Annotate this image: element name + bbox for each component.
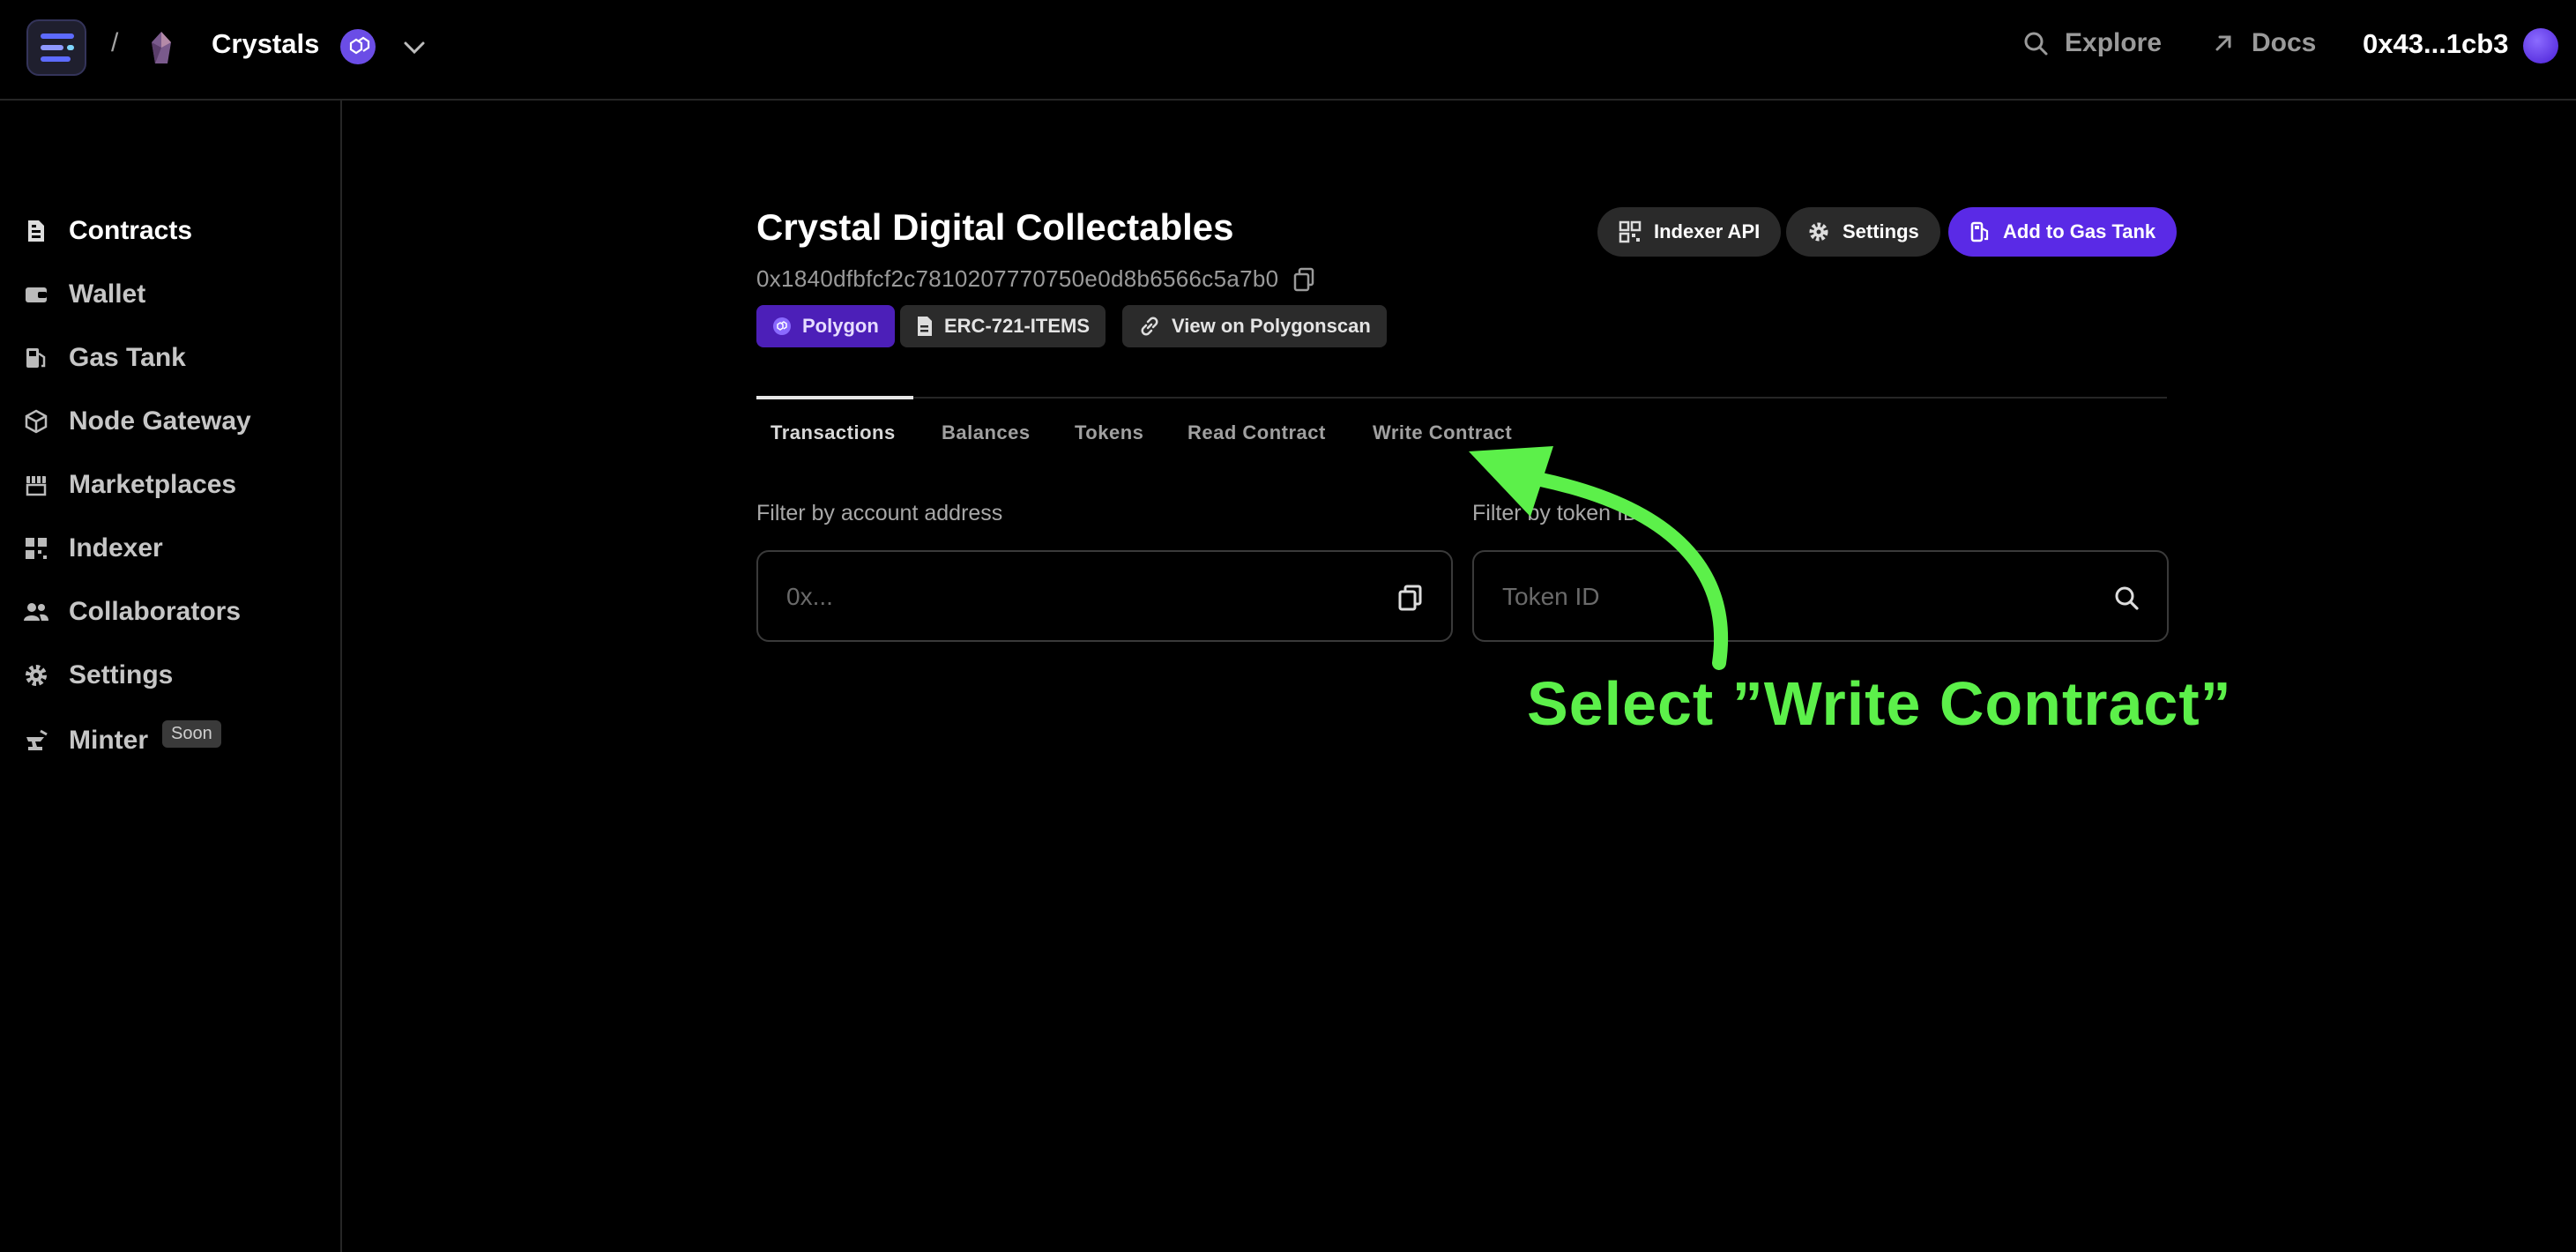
standard-chip-label: ERC-721-ITEMS [944, 315, 1091, 337]
gear-icon [26, 665, 47, 686]
copy-icon[interactable] [1292, 267, 1315, 292]
sidebar-item-label: Node Gateway [69, 406, 251, 436]
polygonscan-link-label: View on Polygonscan [1172, 315, 1371, 337]
sidebar-item-label: Gas Tank [69, 343, 186, 372]
polygon-chain-icon [340, 29, 376, 64]
add-to-gas-tank-label: Add to Gas Tank [2003, 220, 2156, 242]
polygon-icon [773, 317, 791, 335]
wallet-icon [26, 287, 47, 302]
account-filter-label: Filter by account address [756, 501, 1003, 525]
tab-read-contract[interactable]: Read Contract [1187, 421, 1326, 444]
annotation-arrow [1469, 446, 1729, 670]
tab-transactions[interactable]: Transactions [771, 421, 896, 444]
annotation-text: Select ”Write Contract” [1527, 669, 2232, 738]
paste-icon[interactable] [1396, 584, 1425, 612]
standard-chip: ERC-721-ITEMS [900, 305, 1106, 347]
link-icon [1141, 317, 1158, 336]
sidebar-item-label: Indexer [69, 533, 163, 563]
grid-icon [26, 538, 47, 559]
search-icon[interactable] [2112, 584, 2140, 612]
gas-pump-icon [1970, 221, 1989, 242]
external-arrow-icon [2215, 35, 2231, 51]
sidebar-item-collaborators[interactable]: Collaborators [23, 589, 241, 635]
contract-icon [918, 317, 932, 336]
sidebar-item-node-gateway[interactable]: Node Gateway [23, 399, 251, 444]
contract-settings-button[interactable]: Settings [1786, 207, 1940, 257]
contract-icon [28, 220, 44, 242]
sidebar-item-contracts[interactable]: Contracts [23, 208, 192, 254]
qr-grid-icon [1619, 220, 1642, 243]
top-bar [0, 0, 2576, 101]
contract-address-text: 0x1840dfbfcf2c7810207770750e0d8b6566c5a7… [756, 265, 1279, 292]
wallet-address[interactable]: 0x43...1cb3 [2363, 28, 2508, 60]
sidebar-item-marketplaces[interactable]: Marketplaces [23, 462, 236, 508]
sidebar-item-settings[interactable]: Settings [23, 652, 173, 698]
sidebar-item-label: Marketplaces [69, 470, 237, 499]
gear-icon [1809, 222, 1828, 242]
docs-label: Docs [2252, 28, 2317, 57]
sidebar-item-wallet[interactable]: Wallet [23, 272, 145, 317]
breadcrumb-separator: / [111, 28, 119, 57]
network-chip-label: Polygon [802, 315, 879, 337]
polygonscan-link[interactable]: View on Polygonscan [1122, 305, 1387, 347]
gas-pump-icon [26, 348, 46, 368]
sidebar-item-label: Contracts [69, 216, 193, 245]
page-title: Crystal Digital Collectables [756, 206, 1234, 248]
contract-address: 0x1840dfbfcf2c7810207770750e0d8b6566c5a7… [756, 265, 1315, 293]
project-name[interactable]: Crystals [212, 28, 319, 60]
crystal-project-icon [152, 32, 171, 63]
explore-label: Explore [2065, 28, 2163, 57]
explore-link[interactable]: Explore [2022, 28, 2162, 58]
tab-tokens[interactable]: Tokens [1075, 421, 1143, 444]
network-chip[interactable]: Polygon [756, 305, 895, 347]
tab-balances[interactable]: Balances [942, 421, 1031, 444]
search-icon [2024, 32, 2048, 56]
sidebar-item-label: Settings [69, 660, 174, 689]
soon-badge: Soon [162, 719, 221, 748]
chevron-down-icon[interactable] [400, 34, 428, 62]
cube-icon [25, 409, 48, 434]
active-tab-indicator [756, 396, 913, 399]
settings-label: Settings [1843, 220, 1919, 242]
sidebar-item-label: Wallet [69, 279, 146, 309]
indexer-api-label: Indexer API [1654, 220, 1761, 242]
sidebar-item-indexer[interactable]: Indexer [23, 525, 163, 571]
anvil-icon [26, 729, 48, 750]
add-to-gas-tank-button[interactable]: Add to Gas Tank [1948, 207, 2178, 257]
sidebar-item-minter[interactable]: Minter Soon [23, 718, 221, 764]
wallet-avatar[interactable] [2523, 28, 2558, 63]
store-icon [26, 476, 47, 496]
docs-link[interactable]: Docs [2211, 28, 2316, 58]
tabs-divider [756, 397, 2167, 399]
sidebar-item-label: Minter [69, 726, 148, 755]
account-address-input[interactable] [785, 577, 1352, 617]
sidebar-item-gas-tank[interactable]: Gas Tank [23, 335, 186, 381]
indexer-api-button[interactable]: Indexer API [1597, 207, 1782, 257]
app-logo-icon[interactable] [26, 19, 86, 76]
account-filter-field [756, 550, 1453, 642]
sidebar-item-label: Collaborators [69, 597, 242, 626]
users-icon [24, 603, 48, 621]
